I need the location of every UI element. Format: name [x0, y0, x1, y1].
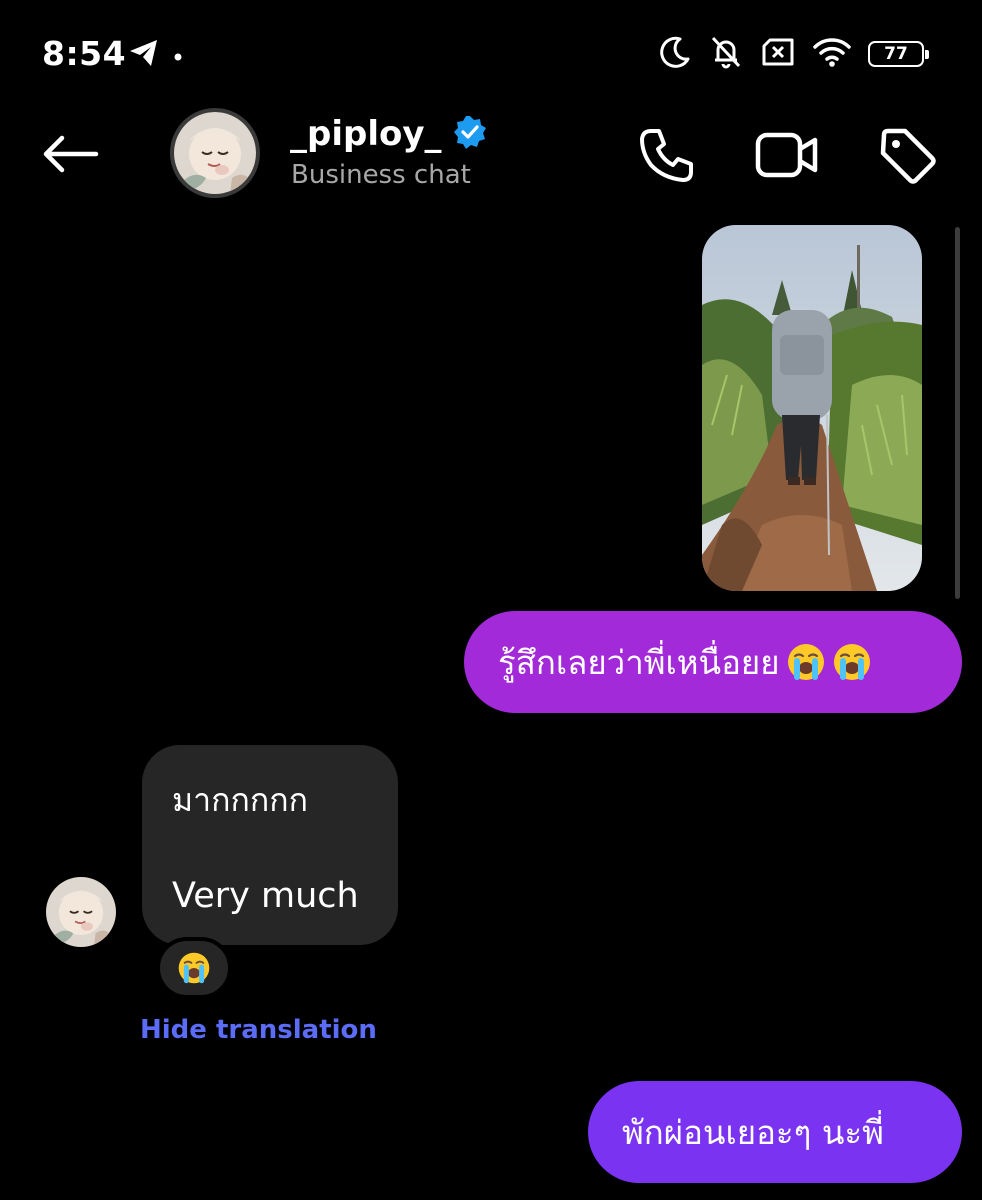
- back-button[interactable]: [38, 126, 102, 182]
- contact-username: _piploy_: [290, 114, 442, 154]
- status-left-icons: [128, 38, 182, 72]
- no-sim-icon: [760, 37, 796, 71]
- original-text: มากกกกก: [172, 781, 308, 819]
- header-actions: [634, 122, 940, 188]
- translated-text: Very much: [172, 876, 359, 916]
- message-list[interactable]: รู้สึกเลยว่าพี่เหนื่อยย มากกกกก Very muc…: [0, 215, 982, 1200]
- hide-translation-link[interactable]: Hide translation: [140, 1015, 377, 1045]
- battery-level: 77: [884, 44, 908, 64]
- arrow-left-icon: [43, 135, 99, 173]
- telegram-icon: [128, 38, 160, 72]
- video-call-button[interactable]: [754, 122, 820, 188]
- contact-subtitle: Business chat: [291, 160, 471, 190]
- avatar[interactable]: [170, 108, 260, 198]
- avatar[interactable]: [46, 877, 116, 947]
- status-time: 8:54: [42, 34, 127, 73]
- verified-badge-icon: [452, 114, 488, 154]
- photo-message[interactable]: [702, 225, 922, 591]
- dot-icon: [174, 46, 182, 65]
- loudly-crying-face-icon: [787, 644, 824, 680]
- outgoing-message[interactable]: พักผ่อนเยอะๆ นะพี่: [588, 1081, 962, 1183]
- incoming-message[interactable]: มากกกกก Very much: [142, 745, 398, 945]
- bell-off-icon: [708, 34, 744, 74]
- contact-name-row[interactable]: _piploy_: [290, 114, 488, 154]
- loudly-crying-face-icon: [178, 952, 210, 984]
- reaction-badge[interactable]: [156, 937, 232, 999]
- moon-icon: [658, 35, 692, 73]
- status-bar: 8:54 77: [0, 0, 982, 100]
- tag-button[interactable]: [874, 122, 940, 188]
- status-right-icons: 77: [658, 34, 929, 74]
- tag-icon: [880, 128, 936, 184]
- audio-call-button[interactable]: [634, 122, 700, 188]
- phone-icon: [640, 129, 693, 182]
- chat-header: _piploy_ Business chat: [0, 100, 982, 215]
- scrollbar[interactable]: [955, 227, 960, 599]
- message-text: รู้สึกเลยว่าพี่เหนื่อยย: [498, 642, 780, 682]
- wifi-icon: [812, 36, 852, 72]
- message-text: พักผ่อนเยอะๆ นะพี่: [622, 1112, 884, 1152]
- video-icon: [755, 132, 818, 178]
- loudly-crying-face-icon: [833, 644, 870, 680]
- battery-icon: 77: [868, 41, 929, 67]
- outgoing-message[interactable]: รู้สึกเลยว่าพี่เหนื่อยย: [464, 611, 962, 713]
